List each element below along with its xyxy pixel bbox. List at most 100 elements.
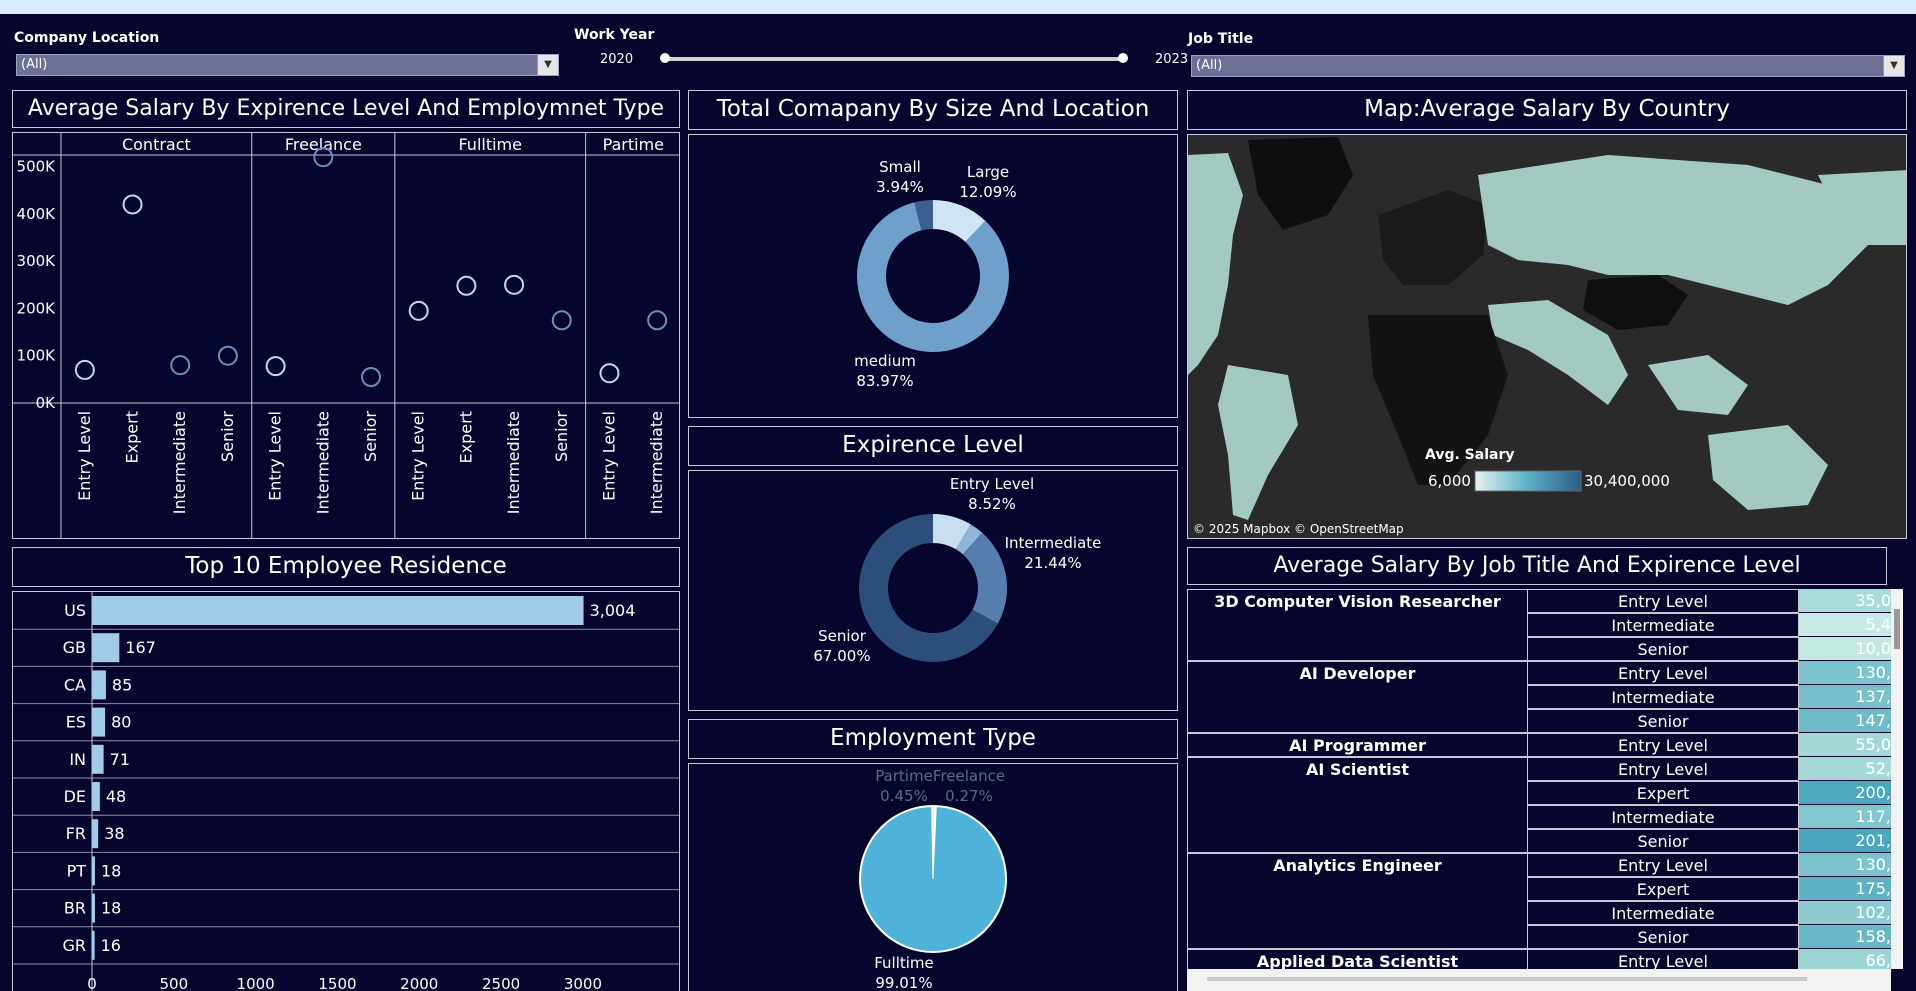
slice-percent-label: 83.97% <box>856 372 913 390</box>
slice-percent-label: 67.00% <box>813 647 870 665</box>
scatter-x-tick: Entry Level <box>266 411 285 501</box>
table-level-cell[interactable]: Expert <box>1527 781 1799 805</box>
scatter-y-tick: 500K <box>17 158 57 176</box>
table-level-cell[interactable]: Entry Level <box>1527 733 1799 757</box>
bar-category-label: GB <box>63 638 86 657</box>
world-map[interactable]: Avg. Salary 6,000 30,400,000 © 2025 Mapb… <box>1188 135 1907 539</box>
table-level-cell[interactable]: Intermediate <box>1527 685 1799 709</box>
table-level-cell[interactable]: Senior <box>1527 709 1799 733</box>
scatter-x-tick: Senior <box>361 411 380 462</box>
slice-percent-label: 21.44% <box>1024 554 1081 572</box>
bar-x-tick: 500 <box>159 975 188 991</box>
table-value-cell[interactable]: 102, <box>1799 901 1891 925</box>
table-job-title-cell[interactable]: AI Programmer <box>1187 733 1528 757</box>
work-year-min: 2020 <box>600 52 634 67</box>
bar <box>92 596 584 625</box>
table-level-cell[interactable]: Intermediate <box>1527 805 1799 829</box>
bar-value-label: 80 <box>111 713 131 732</box>
table-value-cell[interactable]: 201, <box>1799 829 1891 853</box>
bar-value-label: 3,004 <box>590 601 636 620</box>
table-value-cell[interactable]: 5,4 <box>1799 613 1891 637</box>
company-location-label: Company Location <box>14 30 160 46</box>
vertical-scroll-thumb[interactable] <box>1894 609 1900 649</box>
scatter-y-tick: 300K <box>17 252 57 270</box>
scatter-point <box>551 310 572 331</box>
table-level-cell[interactable]: Senior <box>1527 925 1799 949</box>
bar-category-label: GR <box>62 936 86 955</box>
table-value-cell[interactable]: 137, <box>1799 685 1891 709</box>
work-year-slider-max-handle[interactable] <box>1118 53 1128 63</box>
job-title-dropdown[interactable]: (All) ▼ <box>1191 55 1905 77</box>
table-value-cell[interactable]: 35,0 <box>1799 589 1891 613</box>
company-location-dropdown[interactable]: (All) ▼ <box>16 54 559 76</box>
emp-panel: Partime 0.45% Freelance 0.27% Fulltime 99.01% <box>688 763 1178 991</box>
slice-label: Entry Level <box>950 475 1034 493</box>
map-panel[interactable]: Avg. Salary 6,000 30,400,000 © 2025 Mapb… <box>1187 134 1907 539</box>
table-level-cell[interactable]: Intermediate <box>1527 901 1799 925</box>
table-level-cell[interactable]: Intermediate <box>1527 613 1799 637</box>
slice-label: Fulltime <box>874 954 934 972</box>
window-top-strip <box>0 0 1916 14</box>
table-value-cell[interactable]: 55,0 <box>1799 733 1891 757</box>
scatter-point <box>122 194 143 215</box>
table-job-title-cell[interactable]: 3D Computer Vision Researcher <box>1187 589 1528 661</box>
bar-x-tick: 1500 <box>318 975 356 991</box>
table-level-cell[interactable]: Senior <box>1527 829 1799 853</box>
table-job-title-cell[interactable]: AI Scientist <box>1187 757 1528 853</box>
job-title-label: Job Title <box>1188 31 1254 47</box>
bar-title: Top 10 Employee Residence <box>12 547 680 587</box>
vertical-scrollbar[interactable] <box>1891 589 1903 969</box>
slice-label: Senior <box>818 627 867 645</box>
chevron-down-icon[interactable]: ▼ <box>537 55 558 75</box>
bar-category-label: BR <box>64 899 86 918</box>
table-level-cell[interactable]: Entry Level <box>1527 661 1799 685</box>
bar-category-label: FR <box>66 824 86 843</box>
table-value-cell[interactable]: 130, <box>1799 853 1891 877</box>
bar-category-label: CA <box>64 675 86 694</box>
table-value-cell[interactable]: 52, <box>1799 757 1891 781</box>
table-level-cell[interactable]: Entry Level <box>1527 853 1799 877</box>
table-value-cell[interactable]: 147, <box>1799 709 1891 733</box>
table-level-cell[interactable]: Entry Level <box>1527 757 1799 781</box>
scatter-point <box>599 363 620 384</box>
size-donut-chart: Large 12.09% medium 83.97% Small 3.94% <box>854 158 1016 390</box>
scatter-point <box>456 275 477 296</box>
work-year-slider-track[interactable] <box>664 57 1124 61</box>
table-value-cell[interactable]: 117, <box>1799 805 1891 829</box>
scatter-x-tick: Intermediate <box>170 411 189 514</box>
bar <box>92 707 106 737</box>
scatter-chart: 0K 100K 200K 300K 400K 500K Contract Entry Leve… <box>13 133 679 538</box>
scatter-x-tick: Expert <box>456 411 475 463</box>
table-level-cell[interactable]: Senior <box>1527 637 1799 661</box>
map-legend-title: Avg. Salary <box>1425 447 1514 463</box>
slice-label: Intermediate <box>1005 534 1102 552</box>
slice-percent-label: 0.27% <box>945 787 993 805</box>
table-value-cell[interactable]: 200, <box>1799 781 1891 805</box>
table-level-cell[interactable]: Expert <box>1527 877 1799 901</box>
scatter-panel: 0K 100K 200K 300K 400K 500K Contract Entry Leve… <box>12 132 680 539</box>
bar-x-tick: 2500 <box>482 975 520 991</box>
work-year-slider-min-handle[interactable] <box>660 53 670 63</box>
emp-pie-chart: Partime 0.45% Freelance 0.27% Fulltime 99.01% <box>859 767 1007 991</box>
map-attribution[interactable]: © 2025 Mapbox © OpenStreetMap <box>1193 522 1404 536</box>
table-value-cell[interactable]: 175, <box>1799 877 1891 901</box>
bar-value-label: 18 <box>101 861 121 880</box>
table-job-title-cell[interactable]: AI Developer <box>1187 661 1528 733</box>
scatter-x-tick: Intermediate <box>313 411 332 514</box>
table-level-cell[interactable]: Entry Level <box>1527 589 1799 613</box>
horizontal-scroll-thumb[interactable] <box>1207 977 1807 981</box>
table-body: 3D Computer Vision Researcher Entry Level… <box>1187 589 1907 989</box>
table-value-cell[interactable]: 10,0 <box>1799 637 1891 661</box>
scatter-point <box>74 359 95 380</box>
table-value-cell[interactable]: 158, <box>1799 925 1891 949</box>
slice-label: medium <box>854 352 916 370</box>
table-value-cell[interactable]: 130, <box>1799 661 1891 685</box>
bar-chart: US 3,004 GB 167 CA 85 ES 80 IN 71 DE 48 FR 38 PT 18 BR 18… <box>13 592 679 991</box>
horizontal-scrollbar[interactable] <box>1187 969 1891 991</box>
chevron-down-icon[interactable]: ▼ <box>1883 56 1904 76</box>
scatter-group-label: Contract <box>122 135 191 154</box>
bar-value-label: 38 <box>104 824 124 843</box>
table-panel: 3D Computer Vision Researcher Entry Level… <box>1187 589 1907 991</box>
scatter-x-tick: Entry Level <box>75 411 94 501</box>
table-job-title-cell[interactable]: Analytics Engineer <box>1187 853 1528 949</box>
